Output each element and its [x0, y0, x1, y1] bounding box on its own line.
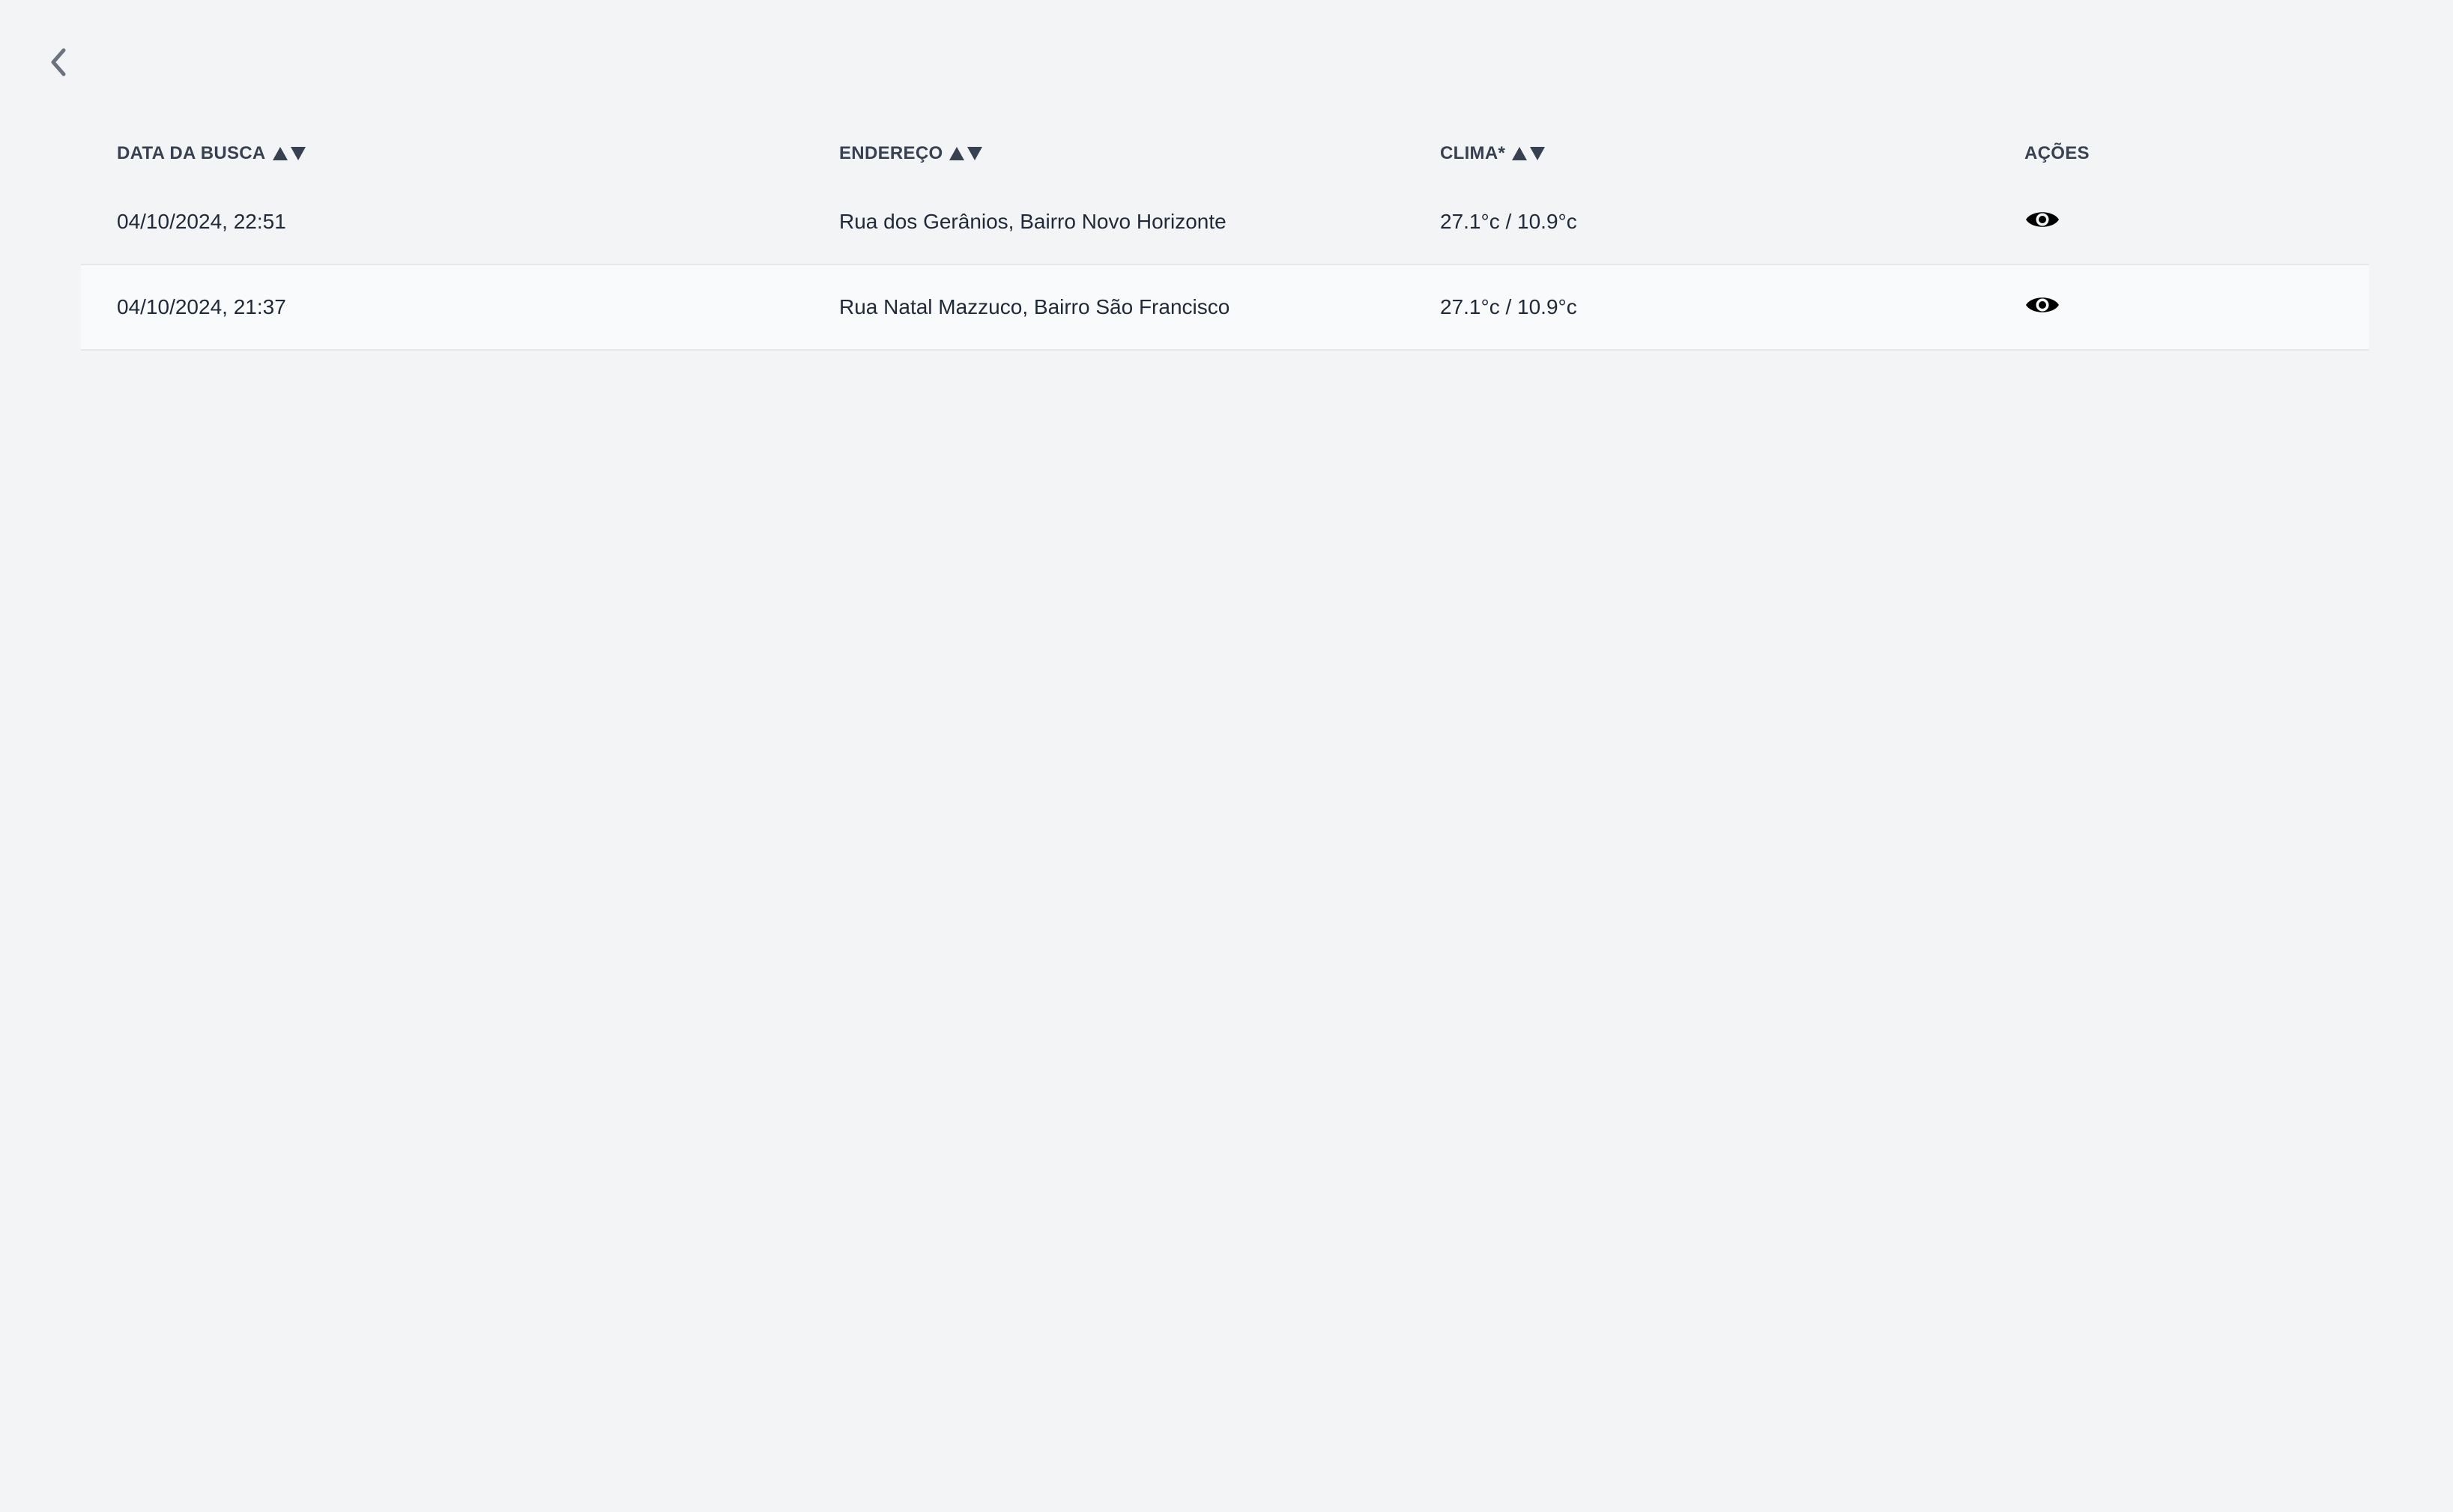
- column-header-label: ENDEREÇO: [839, 143, 943, 163]
- eye-icon[interactable]: [2024, 208, 2060, 232]
- column-header-label: CLIMA*: [1440, 143, 1506, 163]
- column-header-label: DATA DA BUSCA: [117, 143, 266, 163]
- date-cell: 04/10/2024, 21:37: [81, 264, 803, 351]
- sort-descending-icon[interactable]: [290, 146, 306, 161]
- column-header-date: DATA DA BUSCA: [81, 127, 803, 180]
- date-cell: 04/10/2024, 22:51: [81, 180, 803, 265]
- climate-cell: 27.1°c / 10.9°c: [1404, 264, 1988, 351]
- view-details-button[interactable]: [2024, 293, 2060, 317]
- column-header-label: AÇÕES: [2024, 143, 2090, 163]
- sort-ascending-icon[interactable]: [272, 146, 288, 161]
- column-header-climate: CLIMA*: [1404, 127, 1988, 180]
- sort-descending-icon[interactable]: [967, 146, 983, 161]
- climate-cell: 27.1°c / 10.9°c: [1404, 180, 1988, 265]
- back-button[interactable]: [43, 43, 73, 81]
- sort-descending-icon[interactable]: [1529, 146, 1546, 161]
- sort-ascending-icon[interactable]: [949, 146, 965, 161]
- view-details-button[interactable]: [2024, 208, 2060, 232]
- table-row: 04/10/2024, 22:51 Rua dos Gerânios, Bair…: [81, 180, 2369, 265]
- address-cell: Rua dos Gerânios, Bairro Novo Horizonte: [803, 180, 1404, 265]
- address-cell: Rua Natal Mazzuco, Bairro São Francisco: [803, 264, 1404, 351]
- actions-cell: [1988, 180, 2369, 265]
- column-header-address: ENDEREÇO: [803, 127, 1404, 180]
- search-history-table: DATA DA BUSCA ENDEREÇO CLIMA* AÇÕES 04/1…: [81, 127, 2369, 351]
- actions-cell: [1988, 264, 2369, 351]
- table-header: DATA DA BUSCA ENDEREÇO CLIMA* AÇÕES: [81, 127, 2369, 180]
- column-header-actions: AÇÕES: [1988, 127, 2369, 180]
- chevron-left-icon: [49, 47, 68, 77]
- table-row: 04/10/2024, 21:37 Rua Natal Mazzuco, Bai…: [81, 264, 2369, 351]
- sort-toggle-address[interactable]: [949, 146, 983, 161]
- sort-toggle-date[interactable]: [272, 146, 306, 161]
- sort-ascending-icon[interactable]: [1511, 146, 1528, 161]
- sort-toggle-climate[interactable]: [1511, 146, 1546, 161]
- eye-icon[interactable]: [2024, 293, 2060, 317]
